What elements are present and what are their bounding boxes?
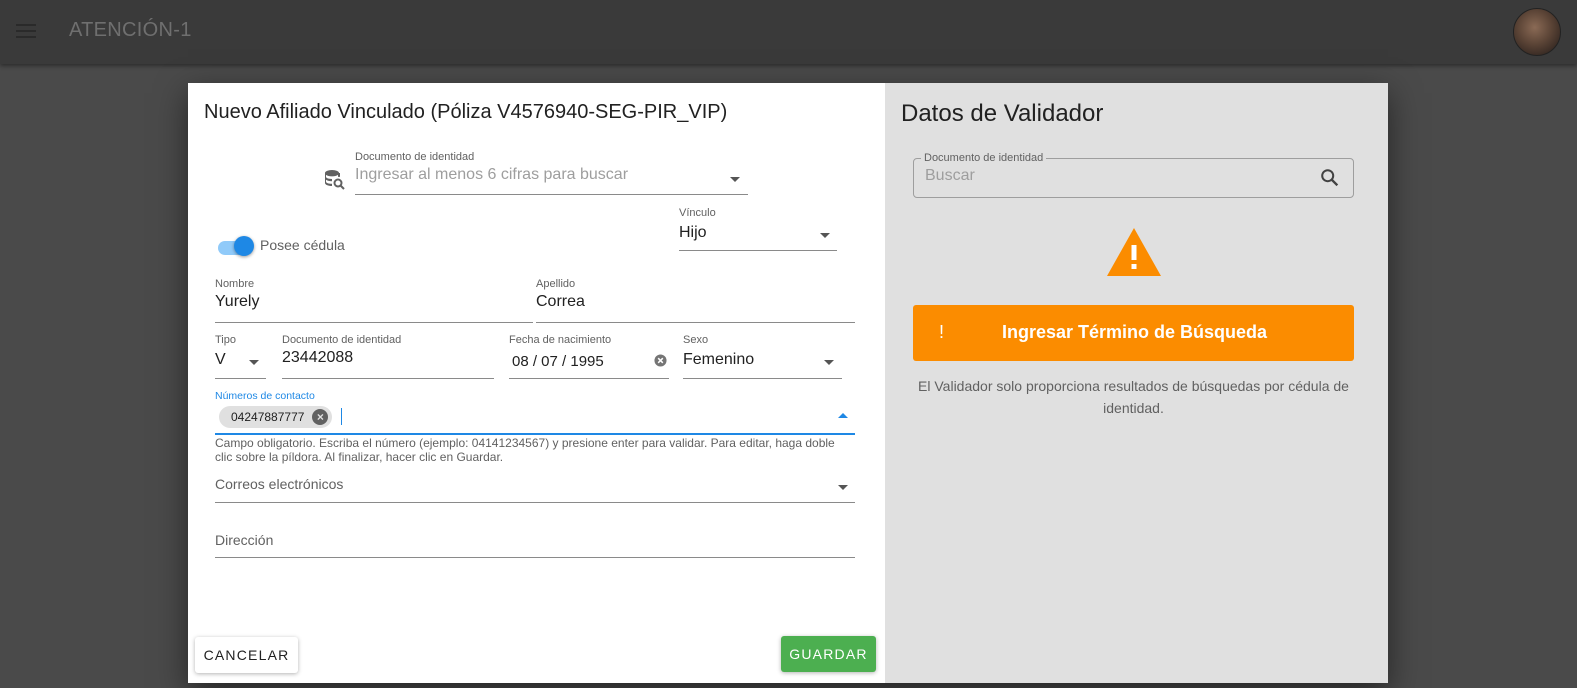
last-name-field[interactable]: Correa	[536, 293, 585, 311]
id-type-label: Tipo	[215, 334, 236, 346]
validator-search-placeholder: Buscar	[925, 167, 975, 184]
chevron-down-icon[interactable]	[820, 233, 830, 238]
warning-icon	[1107, 228, 1161, 276]
first-name-label: Nombre	[215, 278, 255, 290]
has-id-toggle-knob[interactable]	[234, 236, 254, 256]
validator-panel: Datos de Validador Documento de identida…	[885, 83, 1388, 683]
clear-icon[interactable]	[654, 354, 667, 367]
emails-field[interactable]: Correos electrónicos	[215, 476, 343, 492]
form-panel: Nuevo Afiliado Vinculado (Póliza V457694…	[188, 83, 885, 683]
save-button[interactable]: Guardar	[781, 636, 876, 672]
contact-numbers-label: Números de contacto	[215, 390, 315, 402]
chevron-down-icon[interactable]	[730, 177, 740, 182]
menu-icon[interactable]	[16, 24, 36, 40]
remove-chip-icon[interactable]: ×	[312, 409, 329, 425]
document-search-input[interactable]: Ingresar al menos 6 cifras para buscar	[355, 166, 628, 184]
search-icon[interactable]	[1319, 167, 1341, 189]
validator-title: Datos de Validador	[901, 100, 1104, 127]
has-id-toggle-label: Posee cédula	[260, 237, 345, 253]
validator-search-label: Documento de identidad	[921, 152, 1047, 164]
birth-date-label: Fecha de nacimiento	[509, 334, 612, 346]
validator-note: El Validador solo proporciona resultados…	[918, 378, 1349, 416]
document-search-label: Documento de identidad	[355, 151, 475, 163]
sex-select[interactable]: Femenino	[683, 351, 754, 369]
birth-date-field[interactable]: 08 / 07 / 1995	[512, 353, 604, 370]
app-bar: ATENCIÓN-1	[0, 0, 1577, 64]
contact-numbers-input[interactable]	[341, 408, 342, 425]
new-affiliate-dialog: Nuevo Afiliado Vinculado (Póliza V457694…	[188, 83, 1388, 683]
dialog-title: Nuevo Afiliado Vinculado (Póliza V457694…	[204, 101, 728, 123]
relationship-select[interactable]: Hijo	[679, 224, 707, 242]
chevron-down-icon[interactable]	[838, 485, 848, 490]
first-name-field[interactable]: Yurely	[215, 293, 259, 311]
banner-text: Ingresar Término de Búsqueda	[1001, 322, 1268, 342]
sex-label: Sexo	[683, 334, 709, 346]
app-title: ATENCIÓN-1	[69, 19, 192, 41]
validator-search-input[interactable]	[913, 158, 1354, 198]
id-number-label: Documento de identidad	[282, 334, 402, 346]
avatar[interactable]	[1513, 8, 1561, 56]
chevron-down-icon[interactable]	[249, 360, 259, 365]
relationship-label: Vínculo	[679, 207, 716, 219]
phone-chip[interactable]: 04247887777 ×	[219, 406, 333, 428]
cancel-button[interactable]: Cancelar	[195, 637, 298, 673]
id-type-select[interactable]: V	[215, 351, 226, 369]
search-term-banner: ! Ingresar Término de Búsqueda	[913, 305, 1354, 361]
address-field[interactable]: Dirección	[215, 532, 273, 548]
phone-chip-label: 04247887777	[231, 410, 305, 424]
last-name-label: Apellido	[536, 278, 576, 290]
chevron-down-icon[interactable]	[824, 360, 834, 365]
id-number-field[interactable]: 23442088	[282, 349, 353, 367]
database-search-icon	[325, 170, 345, 190]
contact-numbers-helper: Campo obligatorio. Escriba el número (ej…	[215, 436, 835, 464]
chevron-up-icon[interactable]	[838, 413, 848, 418]
